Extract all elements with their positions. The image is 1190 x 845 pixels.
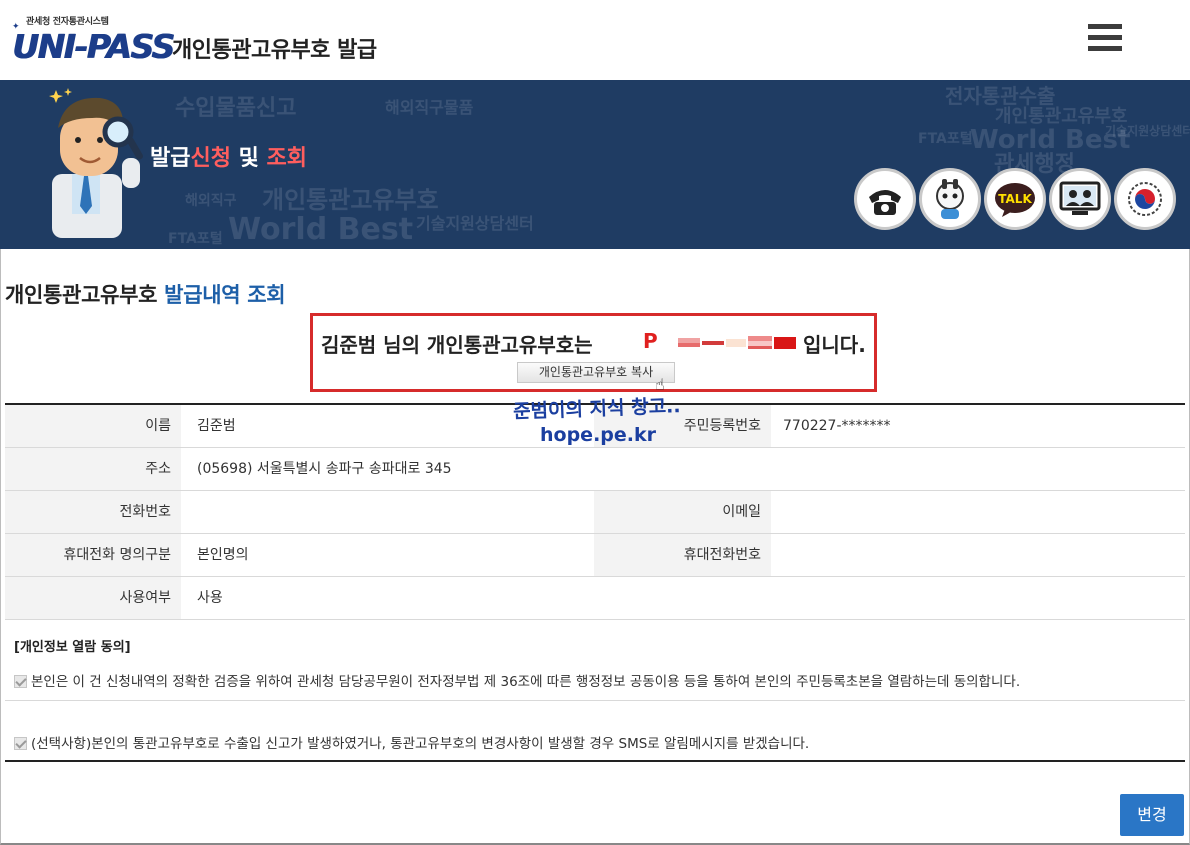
- copy-code-button[interactable]: 개인통관고유부호 복사: [517, 362, 675, 383]
- table-row: 전화번호 이메일: [5, 491, 1185, 534]
- redacted-code-mosaic: [678, 336, 796, 349]
- result-message-end: 입니다.: [803, 333, 866, 357]
- section-title: 개인통관고유부호 발급내역 조회: [5, 283, 286, 307]
- address-label: 주소: [5, 448, 181, 490]
- kakao-talk-icon[interactable]: TALK: [984, 168, 1046, 230]
- consent-item-optional: (선택사항)본인의 통관고유부호로 수출입 신고가 발생하였거나, 통관고유부호…: [14, 732, 809, 752]
- consent-title: [개인정보 열람 동의]: [14, 640, 131, 655]
- rrn-value: 770227-*******: [783, 418, 891, 434]
- customs-code-result-box: 김준범 님의 개인통관고유부호는 P 입니다. 개인통관고유부호 복사: [310, 313, 877, 392]
- phone-value: [185, 491, 595, 533]
- mobile-number-value: [771, 534, 1185, 576]
- phone-label: 전화번호: [5, 491, 181, 533]
- mobile-number-label: 휴대전화번호: [594, 534, 771, 576]
- result-message: 김준범 님의 개인통관고유부호는: [321, 333, 593, 357]
- consent-optional-checkbox[interactable]: [14, 737, 27, 750]
- consent-required-checkbox[interactable]: [14, 675, 27, 688]
- page-title: 개인통관고유부호 발급: [172, 38, 377, 63]
- consent-required-text: 본인은 이 건 신청내역의 정확한 검증을 위하여 관세청 담당공무원이 전자정…: [31, 674, 1021, 690]
- usage-value: 사용: [197, 590, 223, 606]
- logo-subtitle: 관세청 전자통관시스템: [26, 17, 109, 27]
- customs-code-prefix: P: [643, 329, 658, 353]
- address-value: (05698) 서울특별시 송파구 송파대로 345: [197, 461, 452, 477]
- divider: [5, 760, 1185, 762]
- usage-label: 사용여부: [5, 577, 181, 619]
- table-row: 주소 (05698) 서울특별시 송파구 송파대로 345: [5, 448, 1185, 491]
- remote-support-icon[interactable]: [1049, 168, 1111, 230]
- banner-watermark-text: World Best: [228, 212, 414, 247]
- government-emblem-icon[interactable]: [1114, 168, 1176, 230]
- banner-watermark-text: 기술지원상담센터: [416, 214, 534, 233]
- name-label: 이름: [5, 405, 181, 447]
- mobile-owner-label: 휴대전화 명의구분: [5, 534, 181, 576]
- banner-watermark-text: 수입물품신고: [175, 96, 297, 121]
- hero-banner: 수입물품신고 해외직구물품 개인통관고유부호 World Best 기술지원상담…: [0, 80, 1190, 249]
- table-row: 휴대전화 명의구분 본인명의 휴대전화번호: [5, 534, 1185, 577]
- banner-watermark-text: 해외직구: [185, 193, 237, 209]
- unipass-logo[interactable]: ✦ 관세청 전자통관시스템 UNI-PASS: [12, 14, 175, 68]
- logo-wordmark: UNI-PASS: [12, 27, 175, 66]
- email-value: [771, 491, 1185, 533]
- mascot-illustration: [49, 88, 143, 238]
- banner-watermark-text: FTA포털: [168, 231, 223, 247]
- site-header: ✦ 관세청 전자통관시스템 UNI-PASS 개인통관고유부호 발급: [0, 0, 1190, 80]
- banner-title: 발급신청 및 조회: [150, 146, 308, 171]
- chatbot-icon[interactable]: [919, 168, 981, 230]
- consent-optional-text: (선택사항)본인의 통관고유부호로 수출입 신고가 발생하였거나, 통관고유부호…: [31, 736, 810, 752]
- phone-icon[interactable]: [854, 168, 916, 230]
- banner-watermark-text: 기술지원상담센터: [1105, 124, 1190, 138]
- banner-watermark-text: FTA포털: [918, 131, 973, 147]
- banner-watermark-text: 개인통관고유부호: [262, 186, 439, 214]
- svg-text:TALK: TALK: [998, 192, 1032, 206]
- mobile-owner-value: 본인명의: [197, 547, 249, 563]
- divider: [5, 700, 1185, 701]
- email-label: 이메일: [594, 491, 771, 533]
- table-row: 사용여부 사용: [5, 577, 1185, 620]
- blog-watermark-line2: hope.pe.kr: [540, 424, 656, 446]
- consent-item-required: 본인은 이 건 신청내역의 정확한 검증을 위하여 관세청 담당공무원이 전자정…: [14, 670, 1020, 690]
- change-button[interactable]: 변경: [1120, 794, 1184, 836]
- banner-watermark-text: 해외직구물품: [385, 98, 474, 117]
- menu-icon[interactable]: [1088, 24, 1122, 54]
